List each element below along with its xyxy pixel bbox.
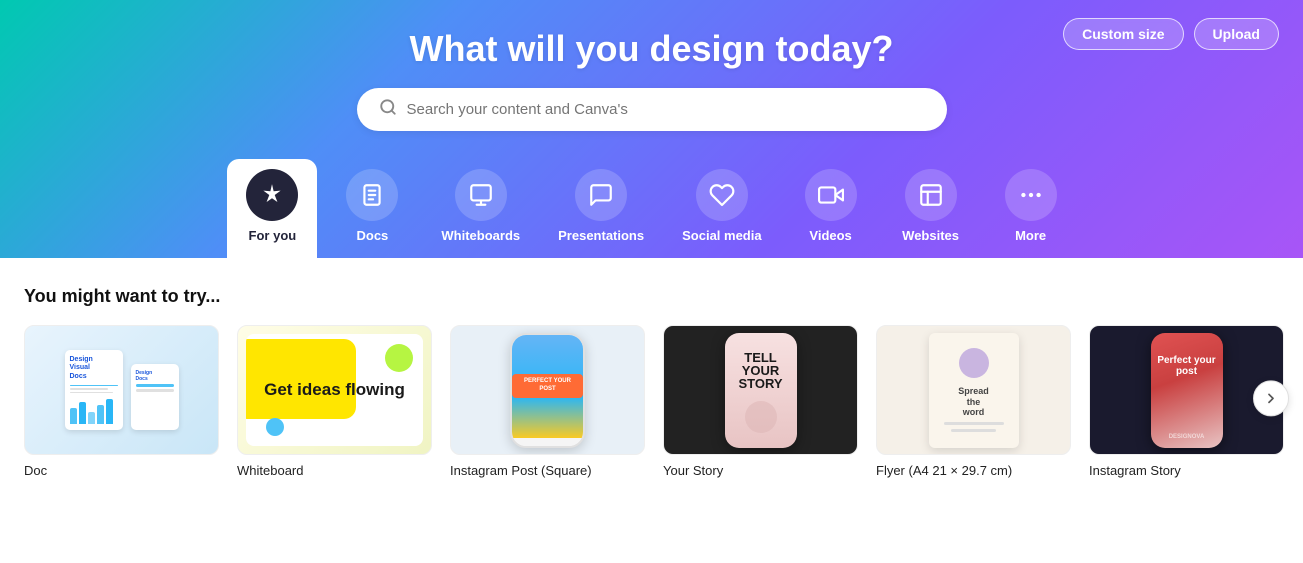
more-icon xyxy=(1005,169,1057,221)
search-bar xyxy=(357,88,947,131)
card-whiteboard[interactable]: Get ideas flowing Whiteboard xyxy=(237,325,432,478)
nav-label-social-media: Social media xyxy=(682,228,761,243)
websites-icon xyxy=(905,169,957,221)
doc-page-main: DesignVisualDocs xyxy=(65,350,123,430)
main-content: You might want to try... DesignVisualDoc… xyxy=(0,258,1303,498)
nav-item-for-you[interactable]: For you xyxy=(227,159,317,258)
section-title: You might want to try... xyxy=(24,286,1279,307)
phone-badge-text: PERFECT YOUR POST xyxy=(512,374,583,398)
nav-label-websites: Websites xyxy=(902,228,959,243)
nav-item-websites[interactable]: Websites xyxy=(886,159,976,258)
card-thumb-igpost: PERFECT YOUR POST xyxy=(450,325,645,455)
nav-label-docs: Docs xyxy=(356,228,388,243)
custom-size-button[interactable]: Custom size xyxy=(1063,18,1183,50)
card-thumb-flyer: Spreadtheword xyxy=(876,325,1071,455)
card-thumb-story: TELL YOUR STORY xyxy=(663,325,858,455)
card-doc[interactable]: DesignVisualDocs DesignDocs xyxy=(24,325,219,478)
search-input[interactable] xyxy=(407,101,925,118)
nav-item-more[interactable]: More xyxy=(986,159,1076,258)
card-label-doc: Doc xyxy=(24,463,219,478)
card-story[interactable]: TELL YOUR STORY Your Story xyxy=(663,325,858,478)
card-label-igstory: Instagram Story xyxy=(1089,463,1284,478)
nav-item-docs[interactable]: Docs xyxy=(327,159,417,258)
card-label-flyer: Flyer (A4 21 × 29.7 cm) xyxy=(876,463,1071,478)
for-you-icon xyxy=(246,169,298,221)
nav-label-for-you: For you xyxy=(249,228,297,243)
nav-icons: For you Docs Whiteboards xyxy=(20,159,1283,258)
header-actions: Custom size Upload xyxy=(1063,18,1279,50)
social-media-icon xyxy=(696,169,748,221)
whiteboard-text: Get ideas flowing xyxy=(256,381,413,400)
docs-icon xyxy=(346,169,398,221)
nav-item-whiteboards[interactable]: Whiteboards xyxy=(427,159,534,258)
card-label-whiteboard: Whiteboard xyxy=(237,463,432,478)
nav-item-presentations[interactable]: Presentations xyxy=(544,159,658,258)
nav-item-videos[interactable]: Videos xyxy=(786,159,876,258)
nav-item-social-media[interactable]: Social media xyxy=(668,159,775,258)
header: Custom size Upload What will you design … xyxy=(0,0,1303,258)
card-thumb-whiteboard: Get ideas flowing xyxy=(237,325,432,455)
card-label-igpost: Instagram Post (Square) xyxy=(450,463,645,478)
upload-button[interactable]: Upload xyxy=(1194,18,1279,50)
nav-label-more: More xyxy=(1015,228,1046,243)
whiteboards-icon xyxy=(455,169,507,221)
card-label-story: Your Story xyxy=(663,463,858,478)
card-thumb-doc: DesignVisualDocs DesignDocs xyxy=(24,325,219,455)
videos-icon xyxy=(805,169,857,221)
story-text: TELL YOUR STORY xyxy=(725,351,797,390)
cards-row: DesignVisualDocs DesignDocs xyxy=(24,325,1279,478)
nav-label-whiteboards: Whiteboards xyxy=(441,228,520,243)
nav-label-videos: Videos xyxy=(809,228,851,243)
next-button[interactable] xyxy=(1253,380,1289,416)
igstory-text: Perfect your post xyxy=(1151,355,1223,377)
search-icon xyxy=(379,98,397,121)
nav-label-presentations: Presentations xyxy=(558,228,644,243)
presentations-icon xyxy=(575,169,627,221)
card-flyer[interactable]: Spreadtheword Flyer (A4 21 × 29.7 cm) xyxy=(876,325,1071,478)
card-ig-post[interactable]: PERFECT YOUR POST Instagram Post (Square… xyxy=(450,325,645,478)
